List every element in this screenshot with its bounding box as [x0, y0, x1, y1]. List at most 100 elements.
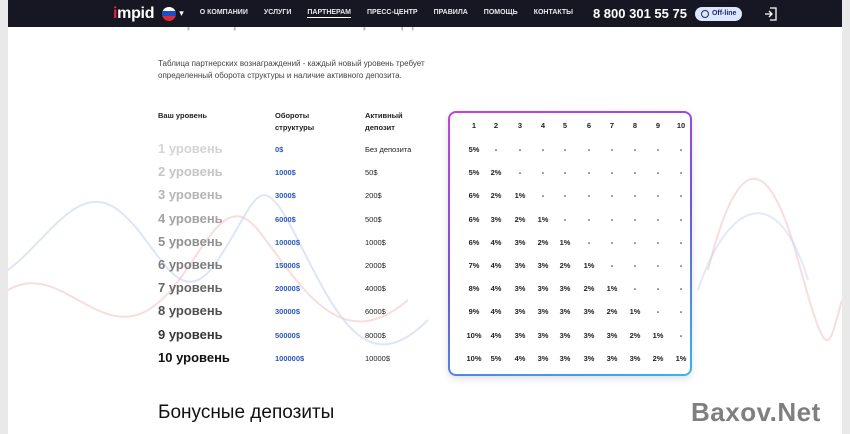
grid-cell: 10%: [466, 353, 482, 363]
grid-cell: 4%: [490, 330, 502, 340]
level-label: 5 уровень: [158, 233, 223, 249]
grid-cell: 2%: [514, 214, 526, 224]
grid-cell: 1%: [652, 330, 664, 340]
grid-cell: -: [587, 145, 591, 154]
grid-cell: 3%: [583, 307, 595, 317]
turnover-header: Обороты структуры: [275, 111, 315, 132]
grid-cell: 6%: [468, 191, 480, 201]
nav-item[interactable]: ПРЕСС-ЦЕНТР: [367, 9, 418, 18]
grid-cell: 3%: [537, 261, 549, 270]
grid-column-header: 8: [632, 121, 638, 130]
grid-column-header: 5: [562, 121, 568, 130]
grid-column-header: 3: [517, 121, 523, 130]
grid-cell: -: [563, 191, 567, 201]
turnover-value: 50000$: [275, 330, 301, 340]
grid-cell: 2%: [559, 261, 571, 270]
grid-cell: -: [610, 237, 614, 247]
nav-item[interactable]: О КОМПАНИИ: [200, 9, 248, 18]
grid-cell: -: [633, 145, 637, 154]
deposit-value: 2000$: [365, 261, 386, 270]
deposit-value: 50$: [365, 168, 378, 178]
grid-column-header: 10: [676, 121, 686, 130]
grid-cell: -: [541, 191, 545, 201]
nav-item[interactable]: ПРАВИЛА: [434, 9, 468, 18]
grid-cell: 4%: [490, 284, 502, 294]
grid-cell: -: [563, 214, 567, 224]
logo[interactable]: impid: [113, 5, 154, 23]
grid-cell: 2%: [583, 284, 595, 294]
grid-cell: 3%: [537, 284, 549, 294]
deposit-value: 500$: [365, 214, 382, 224]
deposit-value: 4000$: [365, 284, 386, 294]
grid-cell: 10%: [466, 330, 482, 340]
grid-cell: 3%: [514, 261, 526, 270]
grid-cell: -: [610, 145, 614, 154]
turnover-value: 1000$: [275, 168, 296, 178]
turnover-value: 20000$: [275, 284, 301, 294]
grid-cell: -: [518, 145, 522, 154]
grid-cell: -: [541, 145, 545, 154]
grid-cell: 5%: [468, 168, 480, 178]
grid-cell: 1%: [675, 353, 687, 363]
grid-cell: -: [633, 261, 637, 270]
grid-cell: -: [633, 191, 637, 201]
level-label: 8 уровень: [158, 303, 223, 319]
level-label: 10 уровень: [158, 349, 230, 365]
grid-cell: 3%: [514, 284, 526, 294]
level-label: 1 уровень: [158, 141, 223, 156]
grid-cell: -: [610, 191, 614, 201]
grid-cell: -: [541, 168, 545, 178]
turnover-value: 100000$: [275, 353, 305, 363]
grid-cell: -: [679, 237, 683, 247]
level-label: 2 уровень: [158, 164, 223, 180]
deposit-value: 10000$: [365, 353, 391, 363]
grid-cell: -: [610, 168, 614, 178]
status-icon: [700, 9, 709, 18]
grid-cell: -: [656, 168, 660, 178]
grid-cell: 1%: [559, 237, 571, 247]
russian-flag-icon[interactable]: [162, 6, 177, 21]
grid-cell: 5%: [468, 145, 480, 154]
turnover-value: 0$: [275, 145, 284, 154]
grid-cell: -: [633, 284, 637, 294]
grid-cell: 3%: [629, 353, 641, 363]
grid-cell: -: [587, 191, 591, 201]
watermark: Baxov.Net: [691, 397, 821, 427]
grid-column-header: 1: [471, 121, 477, 130]
page: Партнерское вознаграждение impid ▾ О КОМ…: [8, 0, 842, 434]
grid-cell: 3%: [514, 237, 526, 247]
grid-cell: 4%: [514, 353, 526, 363]
phone-number[interactable]: 8 800 301 55 75: [593, 6, 687, 21]
status-badge[interactable]: Off-line: [694, 6, 743, 21]
grid-cell: 3%: [559, 353, 571, 363]
level-header: Ваш уровень: [158, 111, 207, 120]
grid-cell: -: [610, 214, 614, 224]
turnover-value: 10000$: [275, 237, 301, 247]
turnover-value: 3000$: [275, 191, 296, 201]
deposit-value: 1000$: [365, 237, 386, 247]
chevron-down-icon[interactable]: ▾: [179, 8, 184, 19]
grid-cell: 1%: [583, 261, 595, 270]
grid-cell: -: [633, 168, 637, 178]
grid-cell: -: [587, 168, 591, 178]
grid-cell: -: [633, 214, 637, 224]
login-icon[interactable]: [764, 6, 778, 21]
deposit-value: Без депозита: [365, 145, 412, 154]
grid-cell: 6%: [468, 237, 480, 247]
nav-item[interactable]: ПОМОЩЬ: [484, 9, 518, 18]
grid-cell: -: [679, 330, 683, 340]
grid-cell: -: [633, 237, 637, 247]
background-waves: [8, 177, 842, 346]
deposit-value: 8000$: [365, 330, 386, 340]
nav-item[interactable]: УСЛУГИ: [264, 9, 292, 18]
nav-item[interactable]: КОНТАКТЫ: [534, 9, 573, 18]
nav-item[interactable]: ПАРТНЕРАМ: [307, 9, 351, 18]
grid-cell: 8%: [468, 284, 480, 294]
grid-cell: 3%: [559, 284, 571, 294]
level-label: 9 уровень: [158, 326, 223, 342]
grid-cell: -: [656, 191, 660, 201]
grid-cell: 1%: [514, 191, 526, 201]
deposit-header: Активный депозит: [365, 111, 403, 132]
level-label: 6 уровень: [158, 257, 223, 272]
grid-cell: 3%: [537, 353, 549, 363]
